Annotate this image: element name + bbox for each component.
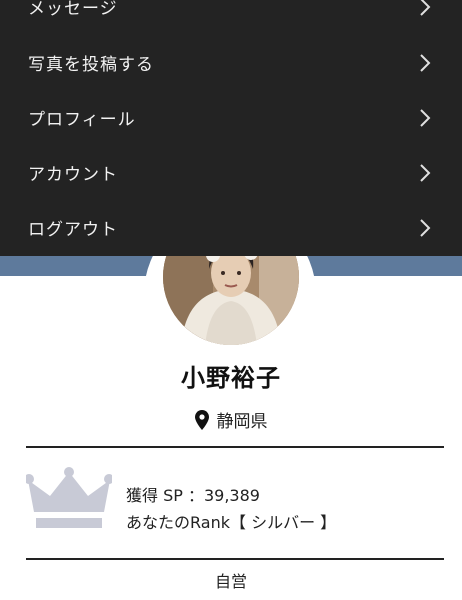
divider (26, 446, 444, 448)
chevron-right-icon (420, 53, 431, 72)
menu-item-label: プロフィール (28, 110, 136, 130)
menu-item-label: 写真を投稿する (28, 55, 154, 75)
menu-item-label: ログアウト (28, 220, 118, 240)
occupation: 自営 (214, 572, 247, 591)
chevron-right-icon (420, 163, 431, 182)
location-text: 静岡県 (216, 412, 268, 432)
menu-item-label: アカウント (28, 165, 118, 185)
chevron-right-icon (420, 218, 431, 237)
location: 静岡県 (0, 407, 462, 432)
menu-item-label: メッセージ (28, 0, 118, 19)
chevron-right-icon (420, 108, 431, 127)
sp-points: 獲得 SP ：39,389 (126, 486, 260, 505)
divider (26, 558, 444, 560)
menu-item-post-photo[interactable]: 写真を投稿する (0, 35, 462, 90)
menu-item-profile[interactable]: プロフィール (0, 90, 462, 145)
dropdown-menu: メッセージ 写真を投稿する プロフィール アカウント ログアウト (0, 0, 462, 256)
map-pin-icon (194, 409, 209, 430)
menu-item-logout[interactable]: ログアウト (0, 200, 462, 255)
crown-icon (26, 467, 112, 528)
menu-item-account[interactable]: アカウント (0, 145, 462, 200)
menu-item-messages[interactable]: メッセージ (0, 0, 462, 34)
chevron-right-icon (420, 0, 431, 16)
rank-status: あなたのRank【 シルバー 】 (126, 513, 337, 532)
profile-name: 小野裕子 (181, 364, 281, 392)
